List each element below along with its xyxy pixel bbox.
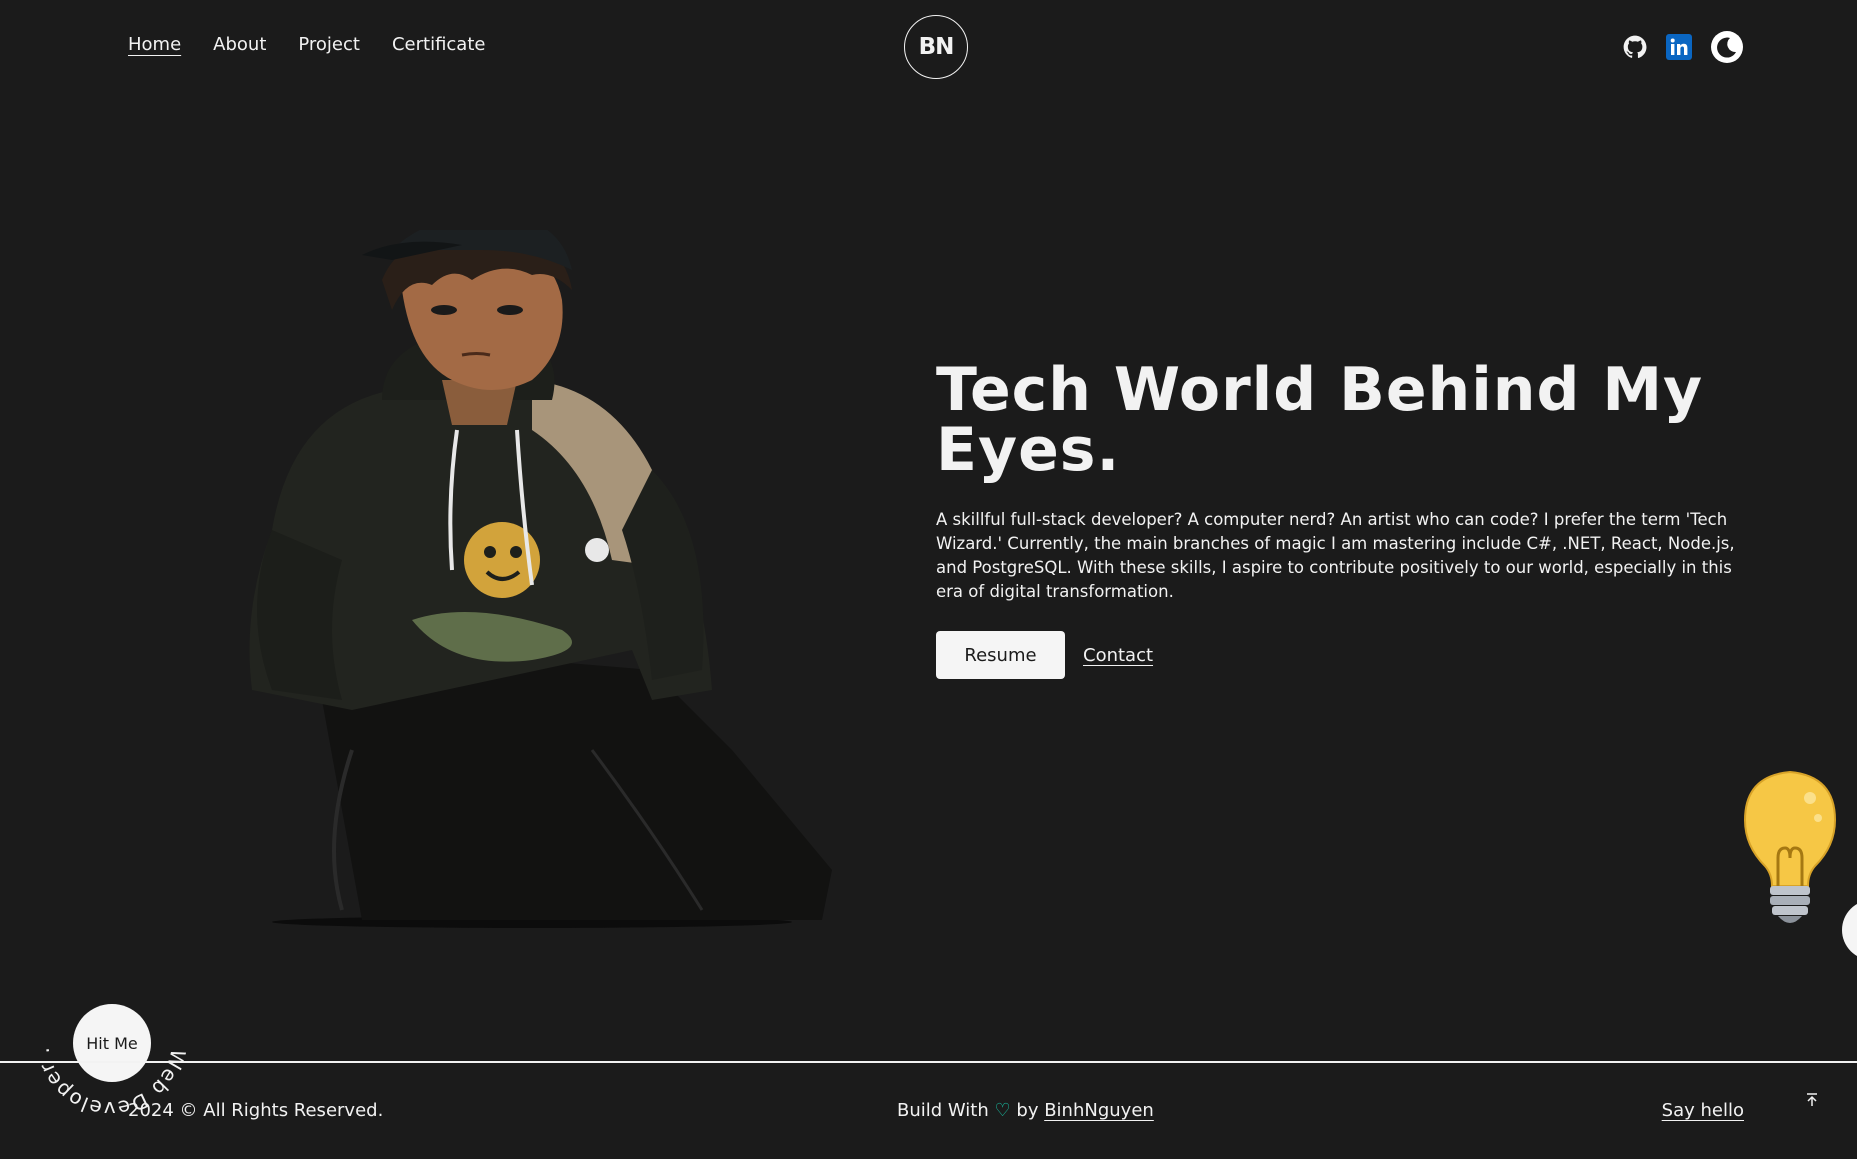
nav-about-link[interactable]: About: [213, 34, 266, 55]
hero-description: A skillful full-stack developer? A compu…: [936, 510, 1735, 601]
linkedin-icon[interactable]: [1666, 34, 1692, 60]
say-hello-link[interactable]: Say hello: [1662, 1100, 1744, 1121]
build-by: by: [1016, 1100, 1039, 1121]
hit-me-button[interactable]: Hit Me: [73, 1004, 151, 1082]
heart-icon: ♡: [994, 1100, 1011, 1121]
author-link[interactable]: BinhNguyen: [1044, 1100, 1154, 1121]
lightbulb-icon: [1743, 770, 1837, 923]
nav-project-link[interactable]: Project: [298, 34, 360, 55]
social-links: [1622, 30, 1744, 64]
build-prefix: Build With: [897, 1100, 989, 1121]
page: Home About Project Certificate BN Tech W…: [0, 0, 1857, 1159]
hero-title: Tech World Behind My Eyes.: [936, 355, 1704, 485]
nav-home-link[interactable]: Home: [128, 34, 181, 55]
site-logo[interactable]: BN: [904, 15, 968, 79]
footer-divider: [0, 1061, 1857, 1063]
dark-mode-toggle-icon[interactable]: [1710, 30, 1744, 64]
edge-float-button[interactable]: [1842, 900, 1857, 960]
github-icon[interactable]: [1622, 34, 1648, 60]
main-nav: Home About Project Certificate: [128, 34, 485, 55]
copyright-text: 2024 © All Rights Reserved.: [128, 1100, 384, 1121]
nav-certificate-link[interactable]: Certificate: [392, 34, 486, 55]
hero-section: Tech World Behind My Eyes. A skillful fu…: [936, 360, 1756, 679]
anime-boy-illustration: [249, 230, 832, 928]
build-credit: Build With ♡ by BinhNguyen: [897, 1100, 1154, 1121]
scroll-to-top-icon[interactable]: [1805, 1092, 1819, 1108]
contact-link[interactable]: Contact: [1083, 645, 1153, 666]
hero-actions: Resume Contact: [936, 631, 1756, 679]
resume-button[interactable]: Resume: [936, 631, 1065, 679]
